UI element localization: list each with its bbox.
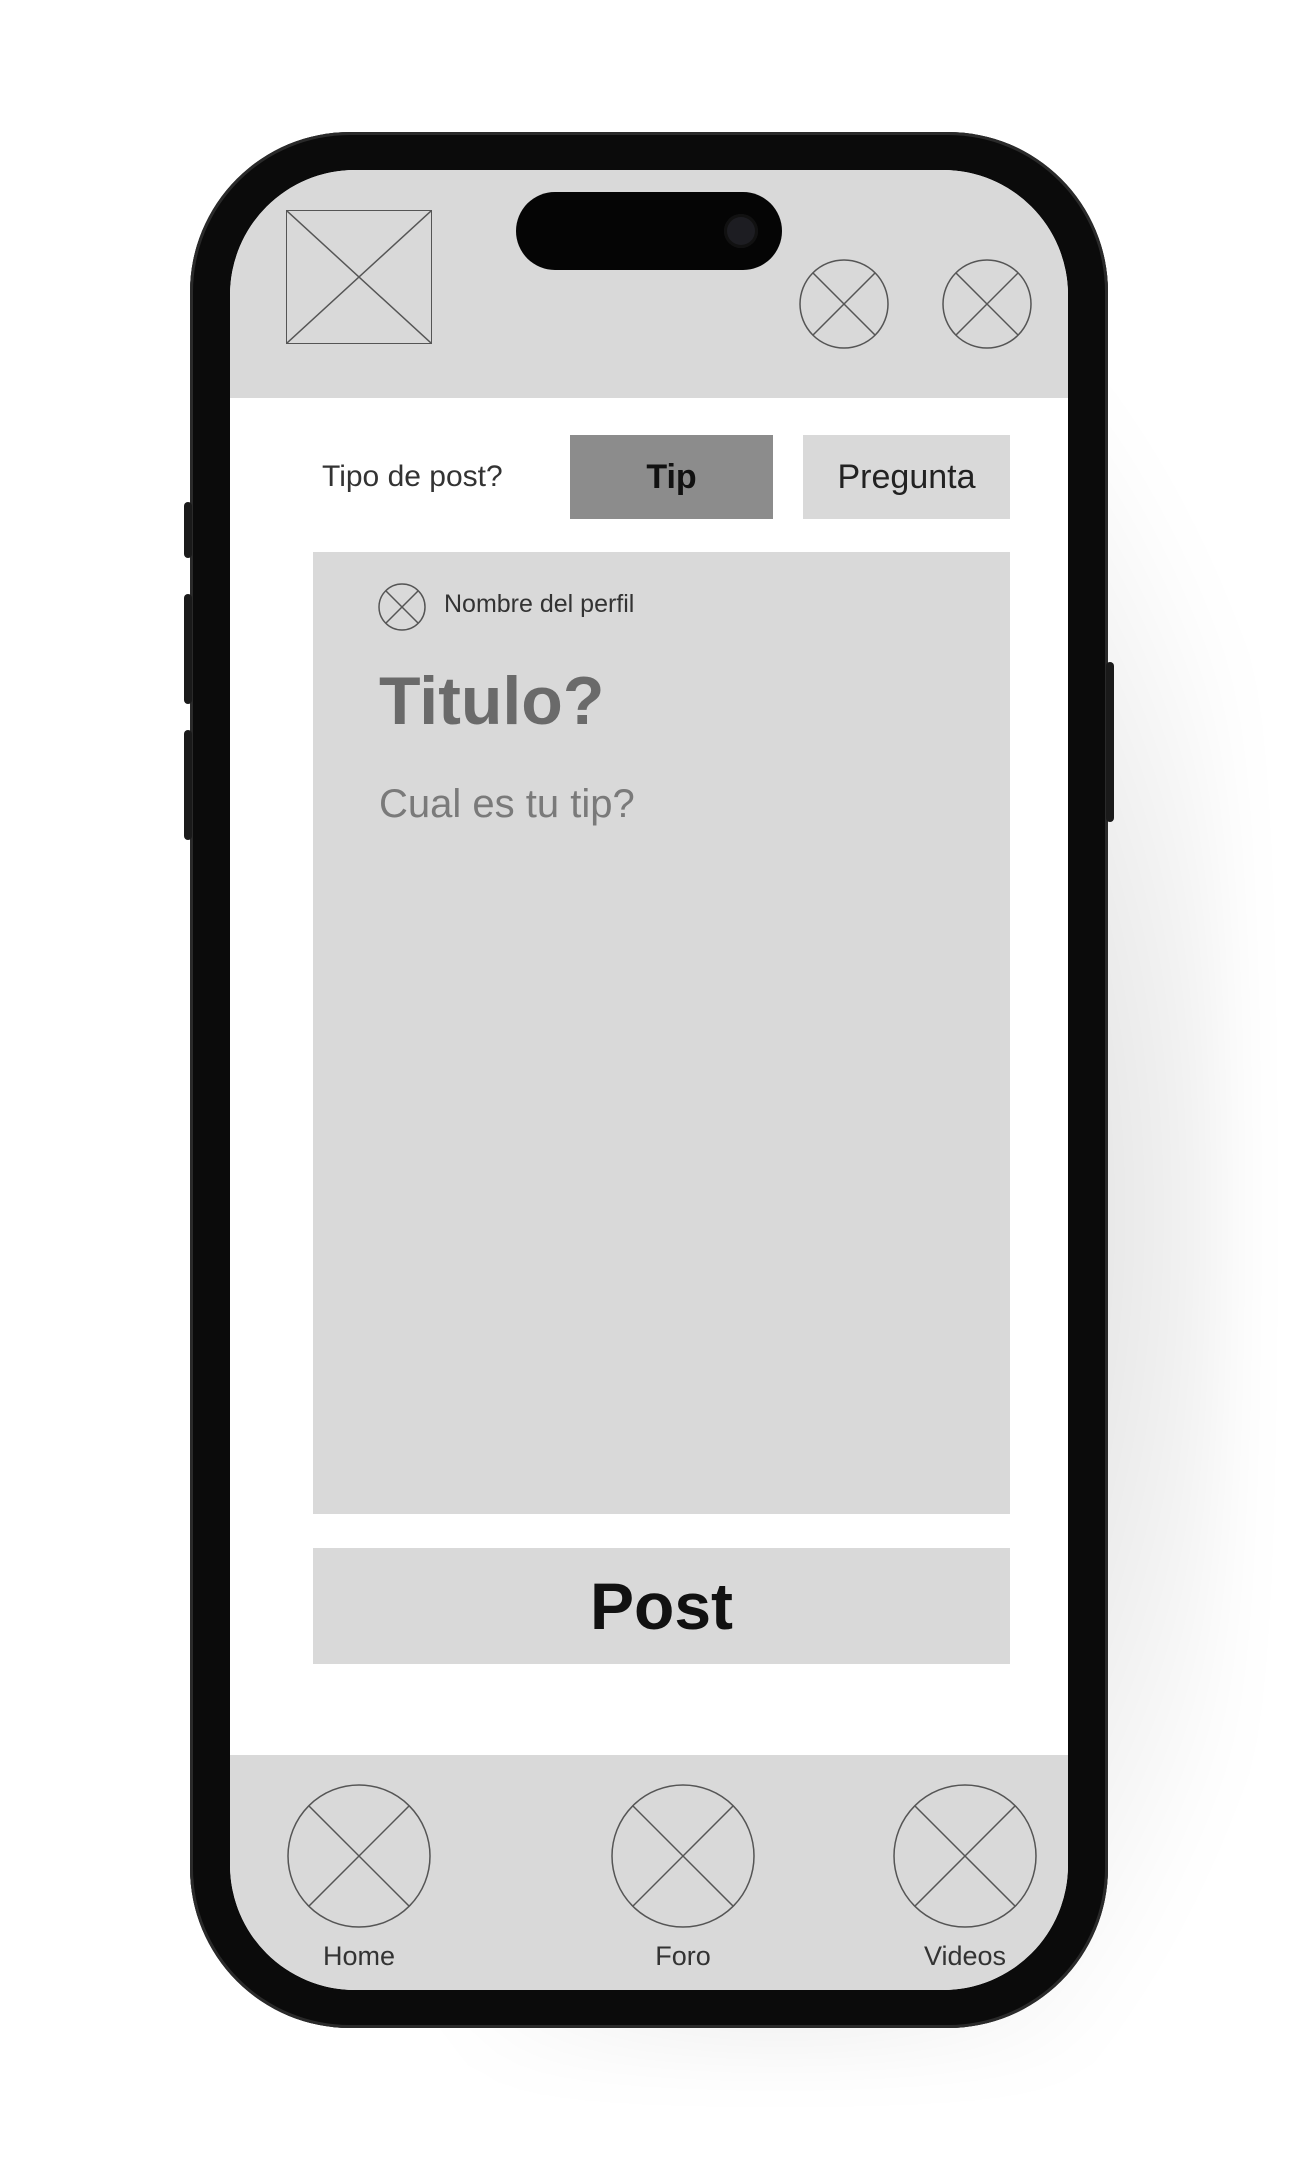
- home-placeholder-icon: [286, 1783, 432, 1929]
- logo-placeholder-icon[interactable]: [286, 210, 432, 344]
- phone-screen: Tipo de post? Tip Pregunta Nombre del pe…: [230, 170, 1068, 1990]
- nav-label-videos: Videos: [923, 1941, 1007, 1971]
- phone-frame: Tipo de post? Tip Pregunta Nombre del pe…: [184, 132, 1114, 2028]
- header-action-2-icon[interactable]: [941, 258, 1033, 350]
- body-input[interactable]: Cual es tu tip?: [379, 782, 635, 827]
- nav-label-foro: Foro: [655, 1941, 711, 1971]
- side-button-power: [1106, 662, 1114, 822]
- header-action-1-icon[interactable]: [798, 258, 890, 350]
- front-camera: [724, 214, 758, 248]
- post-type-tip-button[interactable]: Tip: [570, 435, 773, 519]
- side-button-volume-up: [184, 594, 192, 704]
- nav-item-foro[interactable]: Foro: [608, 1783, 758, 1973]
- post-type-label: Tipo de post?: [322, 460, 503, 493]
- post-button[interactable]: Post: [313, 1548, 1010, 1664]
- profile-avatar-icon: [377, 582, 427, 632]
- nav-item-videos[interactable]: Videos: [890, 1783, 1040, 1973]
- nav-item-home[interactable]: Home: [284, 1783, 434, 1973]
- mockup-stage: Tipo de post? Tip Pregunta Nombre del pe…: [0, 0, 1300, 2160]
- foro-placeholder-icon: [610, 1783, 756, 1929]
- videos-placeholder-icon: [892, 1783, 1038, 1929]
- post-type-pregunta-button[interactable]: Pregunta: [803, 435, 1010, 519]
- nav-label-home: Home: [322, 1941, 396, 1971]
- dynamic-island: [516, 192, 782, 270]
- title-input[interactable]: Titulo?: [379, 662, 604, 740]
- side-button-volume-down: [184, 730, 192, 840]
- post-editor-card: Nombre del perfil Titulo? Cual es tu tip…: [313, 552, 1010, 1514]
- top-bar: [230, 170, 1068, 398]
- bottom-nav: Home Foro Videos: [230, 1755, 1068, 1990]
- side-button-action: [184, 502, 192, 558]
- profile-name: Nombre del perfil: [444, 590, 635, 618]
